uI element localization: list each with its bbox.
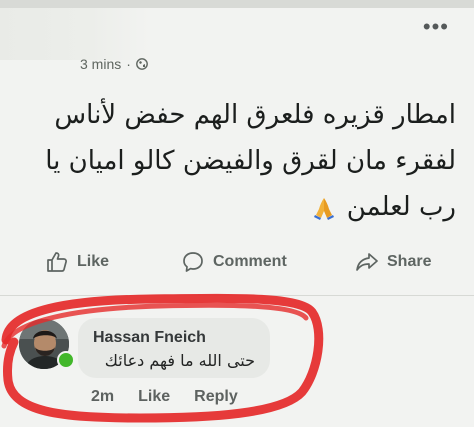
globe-icon — [136, 58, 148, 70]
post-line: امطار قزيره فلعرق الهم حفض لأناس — [54, 100, 456, 130]
comments-divider — [0, 295, 474, 296]
commenter-name[interactable]: Hassan Fneich — [93, 329, 206, 347]
comment-reply-link[interactable]: Reply — [194, 388, 238, 406]
post-timestamp[interactable]: 3 mins — [80, 56, 121, 72]
comment-bubble: Hassan Fneich حتى الله ما فهم دعائك — [78, 318, 270, 378]
like-button[interactable]: Like — [45, 250, 109, 274]
more-options-icon[interactable]: ••• — [423, 16, 449, 38]
comment-label: Comment — [213, 253, 287, 270]
share-button[interactable]: Share — [355, 250, 431, 274]
redacted-header — [0, 8, 150, 60]
comment-actions: 2m Like Reply — [91, 388, 238, 406]
post-line-last: رب لعلمن — [16, 184, 456, 230]
online-status-dot — [57, 351, 75, 369]
like-label: Like — [77, 253, 110, 270]
speech-bubble-icon — [183, 252, 203, 272]
comment-like-link[interactable]: Like — [138, 388, 170, 406]
comment-text: حتى الله ما فهم دعائك — [104, 351, 255, 370]
share-arrow-icon — [356, 253, 378, 271]
post-line-text: رب لعلمن — [346, 192, 456, 222]
post-line: لفقرء مان لقرق والفيضن كالو اميان يا — [45, 146, 456, 176]
post-actions-bar: Like Comment Share — [0, 250, 474, 282]
thumbs-up-icon — [47, 252, 67, 272]
comment-age: 2m — [91, 388, 115, 405]
meta-separator: · — [126, 56, 131, 72]
share-label: Share — [387, 253, 432, 270]
post-meta: 3 mins · — [80, 56, 148, 72]
top-strip — [0, 0, 474, 8]
folded-hands-icon — [313, 197, 334, 220]
post-body: امطار قزيره فلعرق الهم حفض لأناس لفقرء م… — [16, 92, 456, 230]
comment-button[interactable]: Comment — [181, 250, 287, 274]
